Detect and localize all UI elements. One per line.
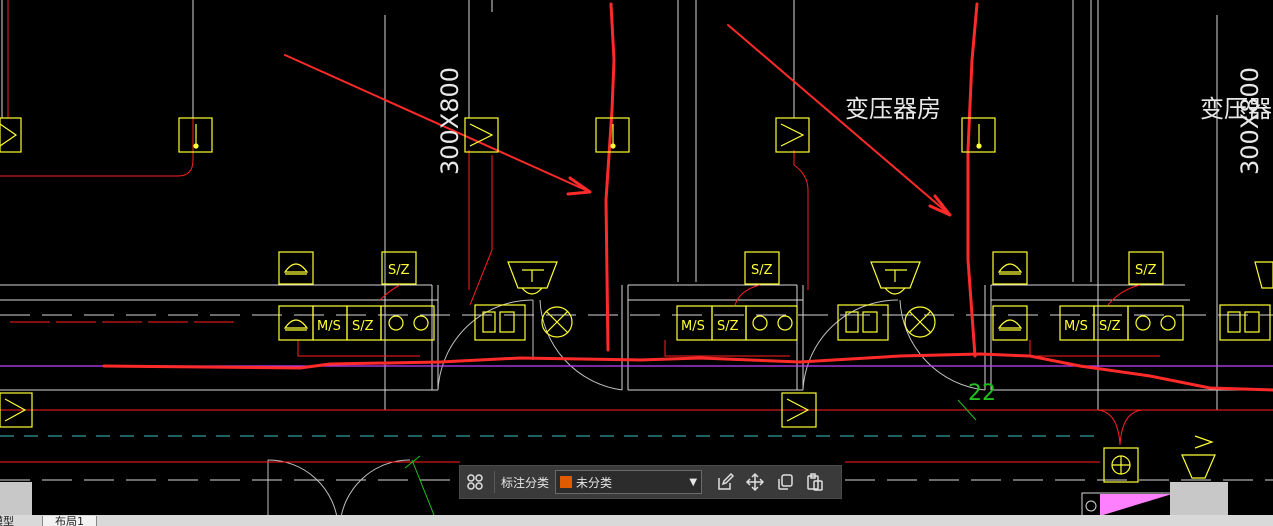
dim-22-label: 22 xyxy=(968,381,996,406)
sz-label: S/Z xyxy=(1135,263,1157,278)
sz-label: S/Z xyxy=(352,319,374,334)
zigzag-box-symbol xyxy=(775,117,810,153)
zigzag-box-symbol xyxy=(0,117,22,153)
duct-size-label-1: 300X800 xyxy=(436,67,464,175)
viewport-corner-block xyxy=(0,482,32,515)
room-label-transformer-1: 变压器房 xyxy=(845,95,941,123)
lamp-symbol xyxy=(904,306,936,338)
paste-button[interactable] xyxy=(800,467,830,497)
paste-icon xyxy=(807,473,823,491)
socket-symbol xyxy=(474,304,526,341)
viewport-corner-block xyxy=(1170,482,1228,515)
outlet-symbol xyxy=(1103,447,1139,483)
tab-layout1[interactable]: 布局1 xyxy=(42,516,97,526)
grid-button[interactable] xyxy=(460,467,490,497)
edit-button[interactable] xyxy=(710,467,740,497)
cad-drawing-canvas[interactable]: 22 变压器房 变压器房 300X800 300X800 xyxy=(0,0,1273,526)
move-icon xyxy=(745,472,765,492)
sz-label: S/Z xyxy=(1099,319,1121,334)
cable-lines xyxy=(0,0,1273,463)
zigzag-box-symbol xyxy=(464,117,499,153)
speaker-symbol xyxy=(507,261,558,295)
speaker-symbol xyxy=(1181,435,1216,479)
annotation-toolbar: 标注分类 未分类 ▼ xyxy=(459,465,842,499)
sz-label: S/Z xyxy=(388,263,410,278)
copy-icon xyxy=(778,474,793,490)
category-select[interactable]: 未分类 ▼ xyxy=(555,470,703,494)
corridor-lines xyxy=(0,284,1273,481)
ms-label: M/S xyxy=(317,319,341,334)
wall-lines xyxy=(1,0,1218,410)
socket-symbol xyxy=(1219,304,1271,341)
ms-label: M/S xyxy=(1064,319,1088,334)
category-label: 标注分类 xyxy=(501,475,550,490)
toolbar-divider xyxy=(494,471,495,493)
copy-button[interactable] xyxy=(770,467,800,497)
edit-icon xyxy=(718,472,735,490)
phone-box-symbol xyxy=(992,251,1028,285)
speaker-symbol xyxy=(870,261,921,295)
tab-model[interactable]: 模型 xyxy=(0,516,14,526)
dimension-marks xyxy=(404,399,977,521)
grid-icon xyxy=(467,474,483,490)
junction-box-symbol xyxy=(178,117,213,153)
layout-tab-bar: 模型 布局1 xyxy=(0,515,1273,526)
phone-box-symbol xyxy=(278,251,314,285)
duct-size-label-2: 300X800 xyxy=(1236,67,1264,175)
socket-symbol xyxy=(837,304,889,341)
ms-label: M/S xyxy=(681,319,705,334)
lamp-symbol xyxy=(541,306,573,338)
speaker-symbol xyxy=(1254,261,1273,289)
move-button[interactable] xyxy=(740,467,770,497)
sz-label: S/Z xyxy=(717,319,739,334)
category-select-value: 未分类 xyxy=(576,475,613,490)
category-color-swatch xyxy=(560,476,573,488)
magenta-hatch-block xyxy=(1081,492,1173,518)
chevron-down-icon: ▼ xyxy=(689,476,698,488)
sz-label: S/Z xyxy=(751,263,773,278)
